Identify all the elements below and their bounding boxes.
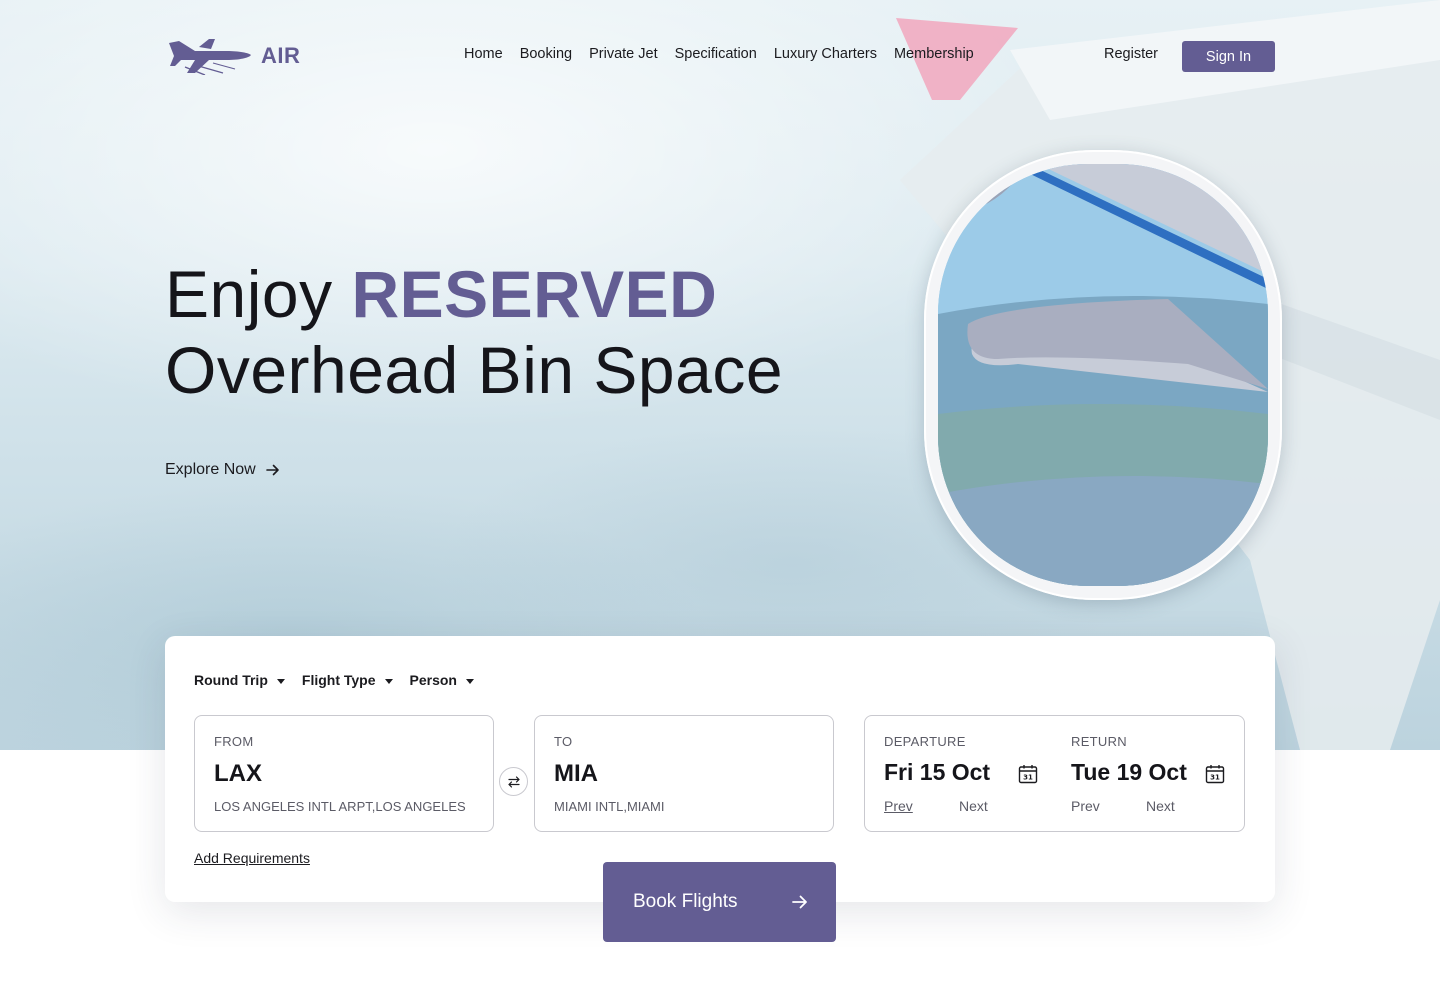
return-prev[interactable]: Prev	[1071, 798, 1100, 814]
nav-home[interactable]: Home	[464, 46, 503, 62]
swap-arrows-icon	[507, 775, 520, 788]
to-field[interactable]: TO MIA MIAMI INTL,MIAMI	[534, 715, 834, 832]
from-field[interactable]: FROM LAX LOS ANGELES INTL ARPT,LOS ANGEL…	[194, 715, 494, 832]
nav-specification[interactable]: Specification	[675, 46, 757, 62]
nav-luxury-charters[interactable]: Luxury Charters	[774, 46, 877, 62]
to-code: MIA	[554, 760, 598, 787]
nav-booking[interactable]: Booking	[520, 46, 572, 62]
arrow-right-icon	[792, 895, 807, 909]
explore-now-label: Explore Now	[165, 461, 256, 478]
airplane-window-frame	[924, 150, 1282, 600]
person-label: Person	[409, 672, 457, 688]
swap-airports-button[interactable]	[499, 767, 528, 796]
window-view-image	[938, 164, 1268, 586]
nav-membership[interactable]: Membership	[894, 46, 974, 62]
book-flights-label: Book Flights	[633, 891, 738, 912]
arrow-right-icon	[265, 464, 279, 476]
signin-button[interactable]: Sign In	[1182, 41, 1275, 72]
headline-line2: Overhead Bin Space	[165, 333, 784, 407]
from-airport-name: LOS ANGELES INTL ARPT,LOS ANGELES	[214, 799, 466, 814]
caret-down-icon	[276, 678, 285, 684]
headline-accent: RESERVED	[351, 257, 718, 331]
flight-type-label: Flight Type	[301, 672, 376, 688]
airplane-icon	[169, 39, 251, 75]
to-airport-name: MIAMI INTL,MIAMI	[554, 799, 665, 814]
add-requirements-link[interactable]: Add Requirements	[194, 850, 310, 866]
register-link[interactable]: Register	[1104, 46, 1158, 62]
nav-private-jet[interactable]: Private Jet	[589, 46, 658, 62]
round-trip-select[interactable]: Round Trip	[194, 672, 285, 688]
caret-down-icon	[465, 678, 474, 684]
person-select[interactable]: Person	[410, 672, 474, 688]
departure-prev[interactable]: Prev	[884, 798, 913, 814]
return-date[interactable]: Tue 19 Oct	[1071, 759, 1187, 786]
return-next[interactable]: Next	[1146, 798, 1175, 814]
headline-pre: Enjoy	[165, 257, 352, 331]
departure-next[interactable]: Next	[959, 798, 988, 814]
calendar-icon[interactable]: 31	[1018, 764, 1038, 784]
brand-logo[interactable]: AIR	[165, 36, 305, 76]
explore-now-link[interactable]: Explore Now	[165, 461, 280, 479]
hero-headline: Enjoy RESERVED Overhead Bin Space	[165, 256, 783, 408]
calendar-day: 31	[1210, 774, 1220, 782]
wing-view-illustration	[938, 164, 1268, 586]
main-nav: Home Booking Private Jet Specification L…	[464, 46, 991, 62]
round-trip-label: Round Trip	[194, 672, 268, 688]
from-label: FROM	[214, 734, 254, 749]
flight-type-select[interactable]: Flight Type	[302, 672, 393, 688]
return-label: RETURN	[1071, 734, 1127, 749]
dates-field: DEPARTURE Fri 15 Oct 31 Prev Next RETURN…	[864, 715, 1245, 832]
caret-down-icon	[384, 678, 393, 684]
from-code: LAX	[214, 760, 262, 787]
departure-date[interactable]: Fri 15 Oct	[884, 759, 990, 786]
calendar-icon[interactable]: 31	[1205, 764, 1225, 784]
book-flights-button[interactable]: Book Flights	[603, 862, 836, 942]
to-label: TO	[554, 734, 573, 749]
calendar-day: 31	[1023, 774, 1033, 782]
brand-name: AIR	[261, 43, 301, 68]
trip-options: Round Trip Flight Type Person	[194, 672, 491, 688]
departure-label: DEPARTURE	[884, 734, 966, 749]
